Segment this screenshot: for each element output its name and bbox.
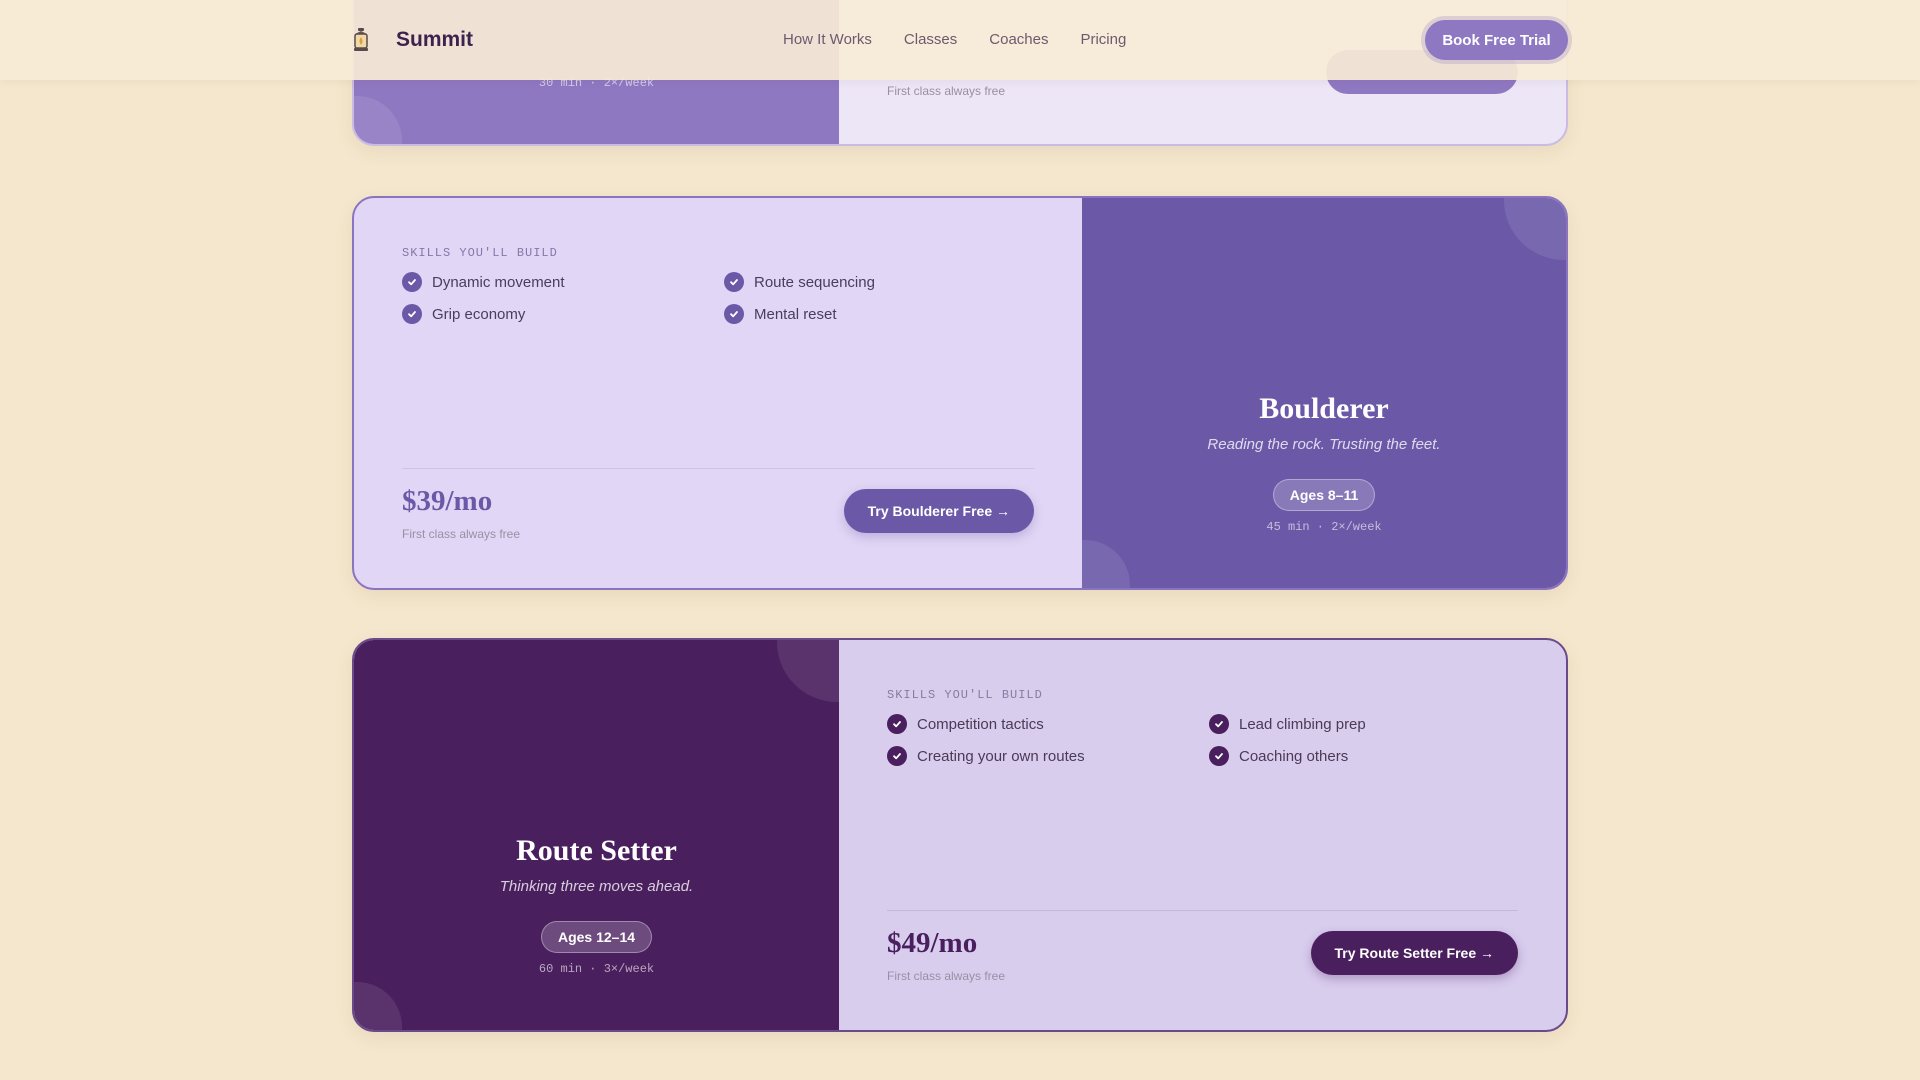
nav-coaches[interactable]: Coaches	[989, 30, 1048, 50]
check-icon	[402, 304, 422, 324]
skills-label: SKILLS YOU'LL BUILD	[402, 246, 558, 260]
plan-tagline: Reading the rock. Trusting the feet.	[1207, 436, 1441, 453]
price-note: First class always free	[887, 84, 1006, 98]
skill-item: Coaching others	[1209, 746, 1518, 766]
skill-item: Creating your own routes	[887, 746, 1209, 766]
plan-identity: Boulderer Reading the rock. Trusting the…	[1082, 392, 1566, 534]
lantern-icon	[352, 24, 386, 56]
check-icon	[1209, 714, 1229, 734]
skills-label: SKILLS YOU'LL BUILD	[887, 688, 1043, 702]
skills-list: Dynamic movement Route sequencing Grip e…	[402, 272, 1034, 324]
check-icon	[724, 304, 744, 324]
decor-circle	[354, 982, 402, 1030]
plan-schedule: 45 min · 2×/week	[1266, 520, 1382, 534]
skill-item: Dynamic movement	[402, 272, 724, 292]
decor-circle	[777, 640, 839, 702]
skill-text: Route sequencing	[754, 273, 875, 291]
nav-pricing[interactable]: Pricing	[1080, 30, 1126, 50]
main-nav: How It Works Classes Coaches Pricing	[783, 30, 1158, 50]
plan-identity: Route Setter Thinking three moves ahead.…	[354, 834, 839, 976]
brand-name: Summit	[396, 28, 474, 51]
plan-price: $49/mo	[887, 927, 978, 959]
skill-item: Mental reset	[724, 304, 1034, 324]
check-icon	[1209, 746, 1229, 766]
plan-info-panel: SKILLS YOU'LL BUILD Dynamic movement Rou…	[354, 198, 1082, 588]
check-icon	[887, 746, 907, 766]
skills-list: Competition tactics Lead climbing prep C…	[887, 714, 1518, 766]
check-icon	[402, 272, 422, 292]
skill-text: Mental reset	[754, 305, 837, 323]
skill-text: Grip economy	[432, 305, 526, 323]
plan-identity-panel: Boulderer Reading the rock. Trusting the…	[1082, 198, 1566, 588]
skill-item: Grip economy	[402, 304, 724, 324]
skill-text: Competition tactics	[917, 715, 1044, 733]
plan-card-boulderer: SKILLS YOU'LL BUILD Dynamic movement Rou…	[352, 196, 1568, 590]
brand[interactable]: Summit	[352, 24, 473, 56]
age-badge: Ages 12–14	[540, 921, 653, 953]
plan-title: Route Setter	[516, 834, 677, 867]
try-route-setter-free-button[interactable]: Try Route Setter Free →	[1310, 931, 1518, 975]
price-area: $39/mo First class always free Try Bould…	[402, 468, 1034, 541]
plan-price: $39/mo	[402, 485, 493, 517]
nav-how-it-works[interactable]: How It Works	[783, 30, 872, 50]
plan-tagline: Thinking three moves ahead.	[499, 878, 694, 895]
price-note: First class always free	[887, 969, 1006, 983]
nav-classes[interactable]: Classes	[904, 30, 957, 50]
decor-circle	[354, 96, 402, 144]
decor-circle	[1082, 540, 1130, 588]
plan-identity-panel: Route Setter Thinking three moves ahead.…	[354, 640, 839, 1030]
check-icon	[887, 714, 907, 734]
skill-text: Dynamic movement	[432, 273, 565, 291]
book-free-trial-button[interactable]: Book Free Trial	[1425, 20, 1568, 60]
try-boulderer-free-button[interactable]: Try Boulderer Free →	[843, 489, 1034, 533]
price-note: First class always free	[402, 527, 521, 541]
plan-card-route-setter: Route Setter Thinking three moves ahead.…	[352, 638, 1568, 1032]
plan-schedule: 60 min · 3×/week	[538, 962, 655, 976]
skill-item: Lead climbing prep	[1209, 714, 1518, 734]
plan-info-panel: SKILLS YOU'LL BUILD Competition tactics …	[839, 640, 1566, 1030]
skill-text: Lead climbing prep	[1239, 715, 1366, 733]
skill-text: Creating your own routes	[917, 747, 1085, 765]
skill-text: Coaching others	[1239, 747, 1349, 765]
age-badge: Ages 8–11	[1272, 479, 1376, 511]
skill-item: Competition tactics	[887, 714, 1209, 734]
plan-title: Boulderer	[1259, 392, 1389, 425]
skill-item: Route sequencing	[724, 272, 1034, 292]
price-area: $49/mo First class always free Try Route…	[887, 910, 1518, 983]
site-header: Summit How It Works Classes Coaches Pric…	[0, 0, 1920, 80]
decor-circle	[1504, 198, 1566, 260]
check-icon	[724, 272, 744, 292]
